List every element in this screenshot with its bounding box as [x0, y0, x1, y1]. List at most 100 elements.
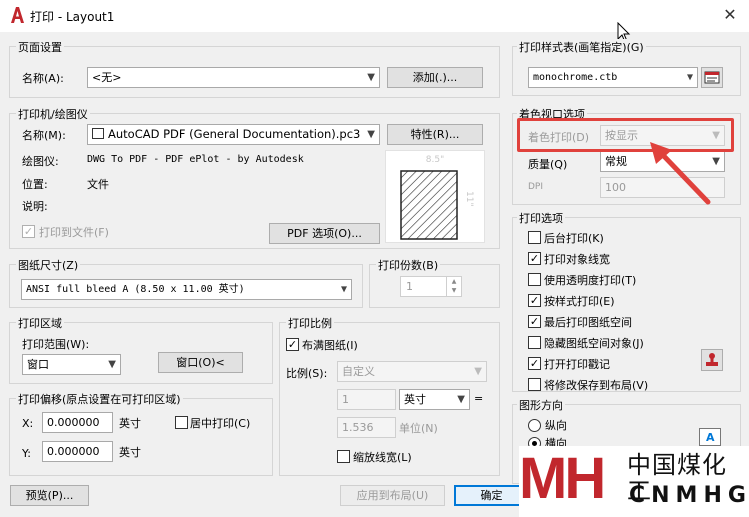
pdf-options-button[interactable]: PDF 选项(O)...: [269, 223, 380, 244]
scale-numerator-input[interactable]: 1: [337, 389, 396, 410]
plot-style-select[interactable]: monochrome.ctb ▼: [528, 67, 698, 88]
plot-option-checkbox[interactable]: ✓: [528, 357, 541, 370]
plot-option-label: 最后打印图纸空间: [544, 316, 632, 329]
chevron-down-icon: ▼: [474, 366, 482, 377]
plot-option-checkbox[interactable]: ✓: [528, 315, 541, 328]
ok-button[interactable]: 确定: [454, 485, 529, 506]
scale-lineweights-checkbox[interactable]: [337, 450, 350, 463]
printer-group-label: 打印机/绘图仪: [16, 106, 90, 122]
printer-icon: [92, 128, 104, 139]
apply-to-layout-button[interactable]: 应用到布局(U): [340, 485, 445, 506]
plot-option-label: 后台打印(K): [544, 232, 604, 245]
stamp-icon: [706, 353, 718, 366]
plot-option-save-layout[interactable]: 将修改保存到布局(V): [528, 377, 698, 398]
center-plot-checkbox[interactable]: [175, 416, 188, 429]
fit-to-paper-checkbox[interactable]: ✓: [286, 338, 299, 351]
plot-option-checkbox[interactable]: [528, 336, 541, 349]
location-label: 位置:: [22, 178, 48, 191]
offset-y-unit: 英寸: [119, 446, 141, 459]
paper-size-select[interactable]: ANSI full bleed A (8.50 x 11.00 英寸) ▼: [21, 279, 352, 300]
watermark-logo-mark: MH: [519, 446, 606, 511]
close-icon[interactable]: ✕: [718, 4, 742, 26]
plot-style-group-label: 打印样式表(画笔指定)(G): [517, 39, 646, 55]
preview-height-label: 11": [464, 191, 474, 207]
plot-option-checkbox[interactable]: [528, 378, 541, 391]
offset-y-label: Y:: [22, 447, 31, 460]
plot-range-value: 窗口: [27, 358, 49, 371]
scale-value: 自定义: [342, 365, 375, 378]
plot-option-label: 隐藏图纸空间对象(J): [544, 337, 644, 350]
plot-option-label: 打开打印戳记: [544, 358, 610, 371]
plot-option-lineweights[interactable]: ✓ 打印对象线宽: [528, 251, 698, 272]
spinner-arrows-icon[interactable]: ▲ ▼: [446, 277, 461, 296]
plot-option-hide-objects[interactable]: 隐藏图纸空间对象(J): [528, 335, 698, 356]
plot-options-list: 后台打印(K) ✓ 打印对象线宽 使用透明度打印(T) ✓ 按样式打印(E) ✓ 最后…: [528, 230, 698, 398]
scale-unit-select[interactable]: 英寸 ▼: [399, 389, 470, 410]
dpi-label: DPI: [528, 182, 544, 192]
window-title: 打印 - Layout1: [30, 10, 115, 24]
printer-name-value: AutoCAD PDF (General Documentation).pc3: [108, 127, 361, 141]
scale-select[interactable]: 自定义 ▼: [337, 361, 487, 382]
plot-option-transparency[interactable]: 使用透明度打印(T): [528, 272, 698, 293]
print-to-file-checkbox[interactable]: ✓: [22, 225, 35, 238]
plot-range-label: 打印范围(W):: [22, 338, 90, 351]
plotter-value: DWG To PDF - PDF ePlot - by Autodesk: [87, 154, 304, 165]
plot-area-group-label: 打印区域: [16, 315, 64, 331]
plot-range-select[interactable]: 窗口 ▼: [22, 354, 121, 375]
plot-option-paperspace-last[interactable]: ✓ 最后打印图纸空间: [528, 314, 698, 335]
paper-hatch-preview: [400, 170, 458, 240]
plot-option-stamp[interactable]: ✓ 打开打印戳记: [528, 356, 698, 377]
fit-to-paper-label: 布满图纸(I): [302, 339, 358, 352]
quality-value: 常规: [605, 155, 627, 168]
plot-option-checkbox[interactable]: [528, 273, 541, 286]
plot-option-checkbox[interactable]: ✓: [528, 294, 541, 307]
plot-option-checkbox[interactable]: [528, 231, 541, 244]
printer-name-select[interactable]: AutoCAD PDF (General Documentation).pc3 …: [87, 124, 380, 145]
paper-preview: 8.5" 11": [385, 150, 485, 243]
plot-option-label: 打印对象线宽: [544, 253, 610, 266]
plot-option-label: 使用透明度打印(T): [544, 274, 637, 287]
edit-plot-style-button[interactable]: [701, 67, 723, 88]
center-plot-label: 居中打印(C): [190, 417, 251, 430]
plot-option-label: 将修改保存到布局(V): [544, 379, 649, 392]
scale-lineweights-label: 缩放线宽(L): [353, 451, 412, 464]
portrait-label: 纵向: [545, 419, 567, 432]
plot-scale-group-label: 打印比例: [286, 315, 334, 331]
quality-label: 质量(Q): [528, 158, 568, 171]
paper-size-group-label: 图纸尺寸(Z): [16, 257, 81, 273]
copies-value: 1: [406, 280, 413, 293]
add-page-setup-button[interactable]: 添加(.)...: [387, 67, 483, 88]
orientation-group-label: 图形方向: [517, 397, 565, 413]
plot-style-value: monochrome.ctb: [533, 72, 618, 83]
plot-option-plot-styles[interactable]: ✓ 按样式打印(E): [528, 293, 698, 314]
printer-name-label: 名称(M):: [22, 129, 66, 142]
chevron-down-icon: ▼: [108, 359, 116, 370]
annotation-arrow-icon: [650, 142, 711, 205]
paper-size-value: ANSI full bleed A (8.50 x 11.00 英寸): [26, 284, 245, 295]
offset-x-label: X:: [22, 417, 34, 430]
plot-option-label: 按样式打印(E): [544, 295, 615, 308]
portrait-radio[interactable]: [528, 419, 541, 432]
preview-button[interactable]: 预览(P)...: [10, 485, 89, 506]
offset-x-unit: 英寸: [119, 417, 141, 430]
print-to-file-label: 打印到文件(F): [39, 226, 109, 239]
plot-option-background[interactable]: 后台打印(K): [528, 230, 698, 251]
window-select-button[interactable]: 窗口(O)<: [158, 352, 243, 373]
page-setup-name-select[interactable]: <无> ▼: [87, 67, 380, 88]
offset-x-input[interactable]: 0.000000: [42, 412, 113, 433]
scale-label: 比例(S):: [286, 367, 328, 380]
plot-stamp-settings-button[interactable]: [701, 349, 723, 371]
chevron-down-icon: ▼: [367, 72, 375, 83]
printer-properties-button[interactable]: 特性(R)...: [387, 124, 483, 145]
watermark-logo: MH 中国煤化工 CNMHG: [519, 446, 749, 517]
plot-options-group-label: 打印选项: [517, 210, 565, 226]
scale-denominator-input[interactable]: 1.536: [337, 417, 396, 438]
offset-y-input[interactable]: 0.000000: [42, 441, 113, 462]
chevron-down-icon: ▼: [340, 284, 347, 295]
copies-stepper[interactable]: 1 ▲ ▼: [400, 276, 462, 297]
page-setup-group-label: 页面设置: [16, 39, 64, 55]
plot-option-checkbox[interactable]: ✓: [528, 252, 541, 265]
scale-unit-value: 英寸: [404, 393, 426, 406]
page-setup-name-value: <无>: [92, 71, 122, 84]
page-setup-name-label: 名称(A):: [22, 72, 64, 85]
